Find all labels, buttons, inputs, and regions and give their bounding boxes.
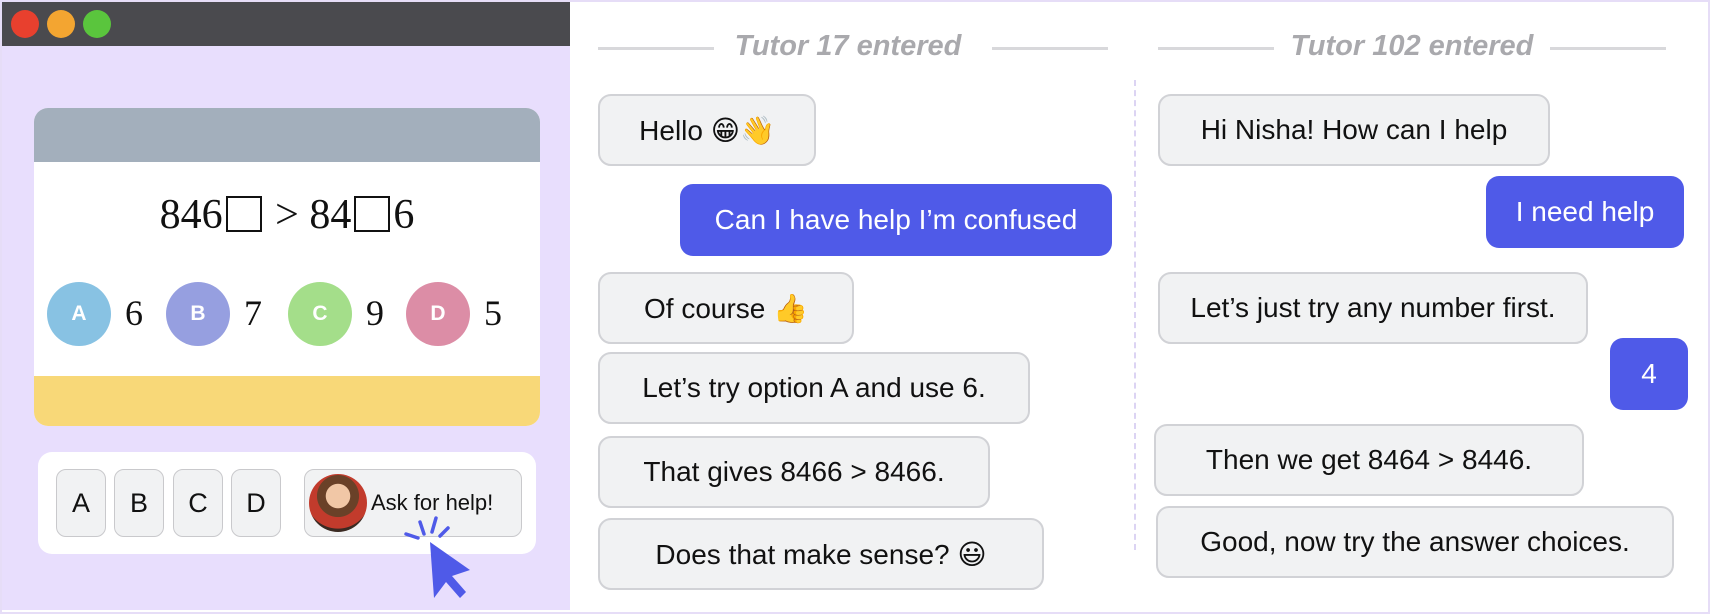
tutor-message: Hello 😁👋 (598, 94, 816, 166)
student-message: Can I have help I’m confused (680, 184, 1112, 256)
equation-comparison: > (275, 192, 299, 238)
student-message: 4 (1610, 338, 1688, 410)
option-b-value: 7 (244, 293, 262, 333)
option-a-badge: A (47, 282, 111, 346)
tutor-entered-label: Tutor 102 entered (1290, 30, 1534, 62)
tutor-message: Then we get 8464 > 8446. (1154, 424, 1584, 496)
option-d-badge: D (406, 282, 470, 346)
equation-left-digits: 846 (159, 192, 223, 238)
mouse-cursor-icon (404, 516, 470, 598)
tutor-message: That gives 8466 > 8466. (598, 436, 990, 508)
practice-window: 846 > 84 6 A 6 B 7 C 9 D 5 A B C D Ask fo… (2, 2, 570, 610)
tutor-message: Good, now try the answer choices. (1156, 506, 1674, 578)
maximize-window-button[interactable] (83, 10, 111, 38)
option-b-badge: B (166, 282, 230, 346)
problem-card-footer (34, 376, 540, 426)
chat-tutor-17: Tutor 17 entered Hello 😁👋 Can I have hel… (578, 0, 1118, 614)
problem-equation: 846 > 84 6 (34, 194, 540, 236)
option-c-value: 9 (366, 293, 384, 333)
chat-header: Tutor 102 entered (1136, 30, 1696, 66)
close-window-button[interactable] (11, 10, 39, 38)
option-c-badge: C (288, 282, 352, 346)
problem-card: 846 > 84 6 A 6 B 7 C 9 D 5 (34, 108, 540, 426)
student-message: I need help (1486, 176, 1684, 248)
tutor-avatar (309, 474, 367, 532)
blank-box-left (225, 196, 262, 232)
answer-d-button[interactable]: D (231, 469, 281, 537)
tutor-message: Let’s just try any number first. (1158, 272, 1588, 344)
problem-card-header (34, 108, 540, 162)
ask-for-help-label: Ask for help! (371, 490, 494, 515)
option-a-value: 6 (125, 293, 143, 333)
tutor-message: Does that make sense? 😃 (598, 518, 1044, 590)
blank-box-right (354, 196, 391, 232)
minimize-window-button[interactable] (47, 10, 75, 38)
chat-header: Tutor 17 entered (578, 30, 1118, 66)
equation-right-prefix: 84 (309, 192, 352, 238)
tutor-message: Let’s try option A and use 6. (598, 352, 1030, 424)
answer-b-button[interactable]: B (114, 469, 164, 537)
tutor-entered-label: Tutor 17 entered (734, 30, 962, 62)
tutor-message: Of course 👍 (598, 272, 854, 344)
tutor-message: Hi Nisha! How can I help (1158, 94, 1550, 166)
answer-c-button[interactable]: C (173, 469, 223, 537)
option-d-value: 5 (484, 293, 502, 333)
equation-right-suffix: 6 (393, 192, 415, 238)
chat-tutor-102: Tutor 102 entered Hi Nisha! How can I he… (1136, 0, 1696, 614)
answer-a-button[interactable]: A (56, 469, 106, 537)
window-titlebar (2, 2, 570, 46)
